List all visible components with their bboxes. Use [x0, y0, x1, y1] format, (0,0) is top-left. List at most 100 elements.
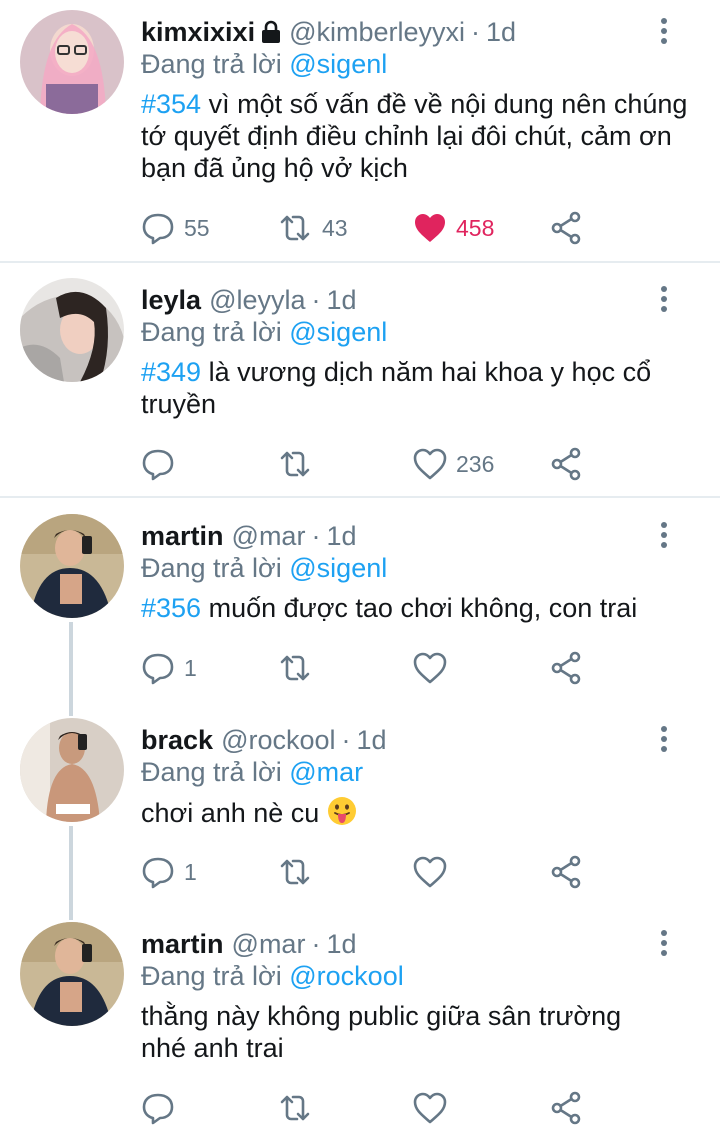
separator-dot: · [341, 724, 351, 755]
reply-icon [140, 1090, 176, 1126]
tweet-5[interactable]: martin @mar · 1d Đang trả lời @rockool t… [0, 912, 720, 1133]
separator-dot: · [311, 284, 321, 315]
tweet-header: martin @mar · 1d [141, 926, 357, 962]
display-name[interactable]: leyla [141, 285, 201, 316]
like-button[interactable] [412, 852, 456, 892]
lock-icon [261, 20, 281, 44]
retweet-button[interactable] [276, 1088, 322, 1128]
display-name[interactable]: kimxixixi [141, 17, 255, 48]
separator-dot: · [311, 928, 321, 959]
like-count: 458 [456, 214, 495, 241]
tweet-text: #356 muốn được tao chơi không, con trai [141, 592, 701, 624]
retweet-icon [276, 1090, 314, 1126]
user-handle[interactable]: @mar [232, 929, 306, 960]
tweet-header: leyla @leyyla · 1d [141, 282, 357, 318]
retweet-count: 43 [322, 214, 348, 241]
hashtag[interactable]: #349 [141, 357, 201, 387]
like-button[interactable]: 458 [412, 208, 494, 248]
like-button[interactable] [412, 1088, 456, 1128]
divider [0, 261, 720, 263]
heart-icon [412, 650, 448, 686]
retweet-button[interactable] [276, 444, 322, 484]
separator-dot: · [471, 16, 481, 47]
user-handle[interactable]: @mar [232, 521, 306, 552]
more-vertical-icon[interactable] [652, 724, 676, 754]
user-handle[interactable]: @kimberleyyxi [289, 17, 465, 48]
reply-button[interactable]: 55 [140, 208, 210, 248]
more-vertical-icon[interactable] [652, 928, 676, 958]
avatar[interactable] [20, 278, 124, 382]
tweet-1[interactable]: kimxixixi @kimberleyyxi · 1d Đang trả lờ… [0, 0, 720, 262]
share-icon [548, 446, 584, 482]
share-button[interactable] [548, 444, 584, 484]
heart-icon [412, 854, 448, 890]
share-button[interactable] [548, 852, 584, 892]
replying-mention[interactable]: @sigenl [289, 317, 387, 347]
more-vertical-icon[interactable] [652, 284, 676, 314]
hashtag[interactable]: #356 [141, 593, 201, 623]
more-vertical-icon[interactable] [652, 520, 676, 550]
tweet-actions: 1 [140, 648, 600, 688]
like-button[interactable] [412, 648, 456, 688]
tweet-header: kimxixixi @kimberleyyxi · 1d [141, 14, 516, 50]
timestamp[interactable]: 1d [326, 929, 356, 960]
tweet-3[interactable]: martin @mar · 1d Đang trả lời @sigenl #3… [0, 504, 720, 708]
tweet-body: thằng này không public giữa sân trường n… [141, 1001, 622, 1063]
replying-mention[interactable]: @sigenl [289, 49, 387, 79]
user-handle[interactable]: @rockool [221, 725, 335, 756]
hashtag[interactable]: #354 [141, 89, 201, 119]
tweet-body: vì một số vấn đề về nội dung nên chúng t… [141, 89, 688, 183]
replying-mention[interactable]: @sigenl [289, 553, 387, 583]
share-button[interactable] [548, 208, 584, 248]
avatar[interactable] [20, 10, 124, 114]
timestamp[interactable]: 1d [327, 285, 357, 316]
reply-count: 55 [184, 214, 210, 241]
tweet-header: martin @mar · 1d [141, 518, 357, 554]
heart-icon [412, 1090, 448, 1126]
replying-to: Đang trả lời @rockool [141, 961, 404, 992]
reply-button[interactable]: 1 [140, 648, 197, 688]
share-icon [548, 854, 584, 890]
retweet-button[interactable] [276, 852, 322, 892]
replying-to: Đang trả lời @mar [141, 757, 363, 788]
avatar[interactable] [20, 514, 124, 618]
reply-icon [140, 446, 176, 482]
tweet-actions: 55 43 458 [140, 208, 600, 248]
like-button[interactable]: 236 [412, 444, 494, 484]
tweet-actions: 236 [140, 444, 600, 484]
tweet-2[interactable]: leyla @leyyla · 1d Đang trả lời @sigenl … [0, 268, 720, 496]
timestamp[interactable]: 1d [357, 725, 387, 756]
retweet-button[interactable]: 43 [276, 208, 348, 248]
tweet-header: brack @rockool · 1d [141, 722, 387, 758]
tweet-body: muốn được tao chơi không, con trai [201, 593, 638, 623]
avatar[interactable] [20, 718, 124, 822]
replying-mention[interactable]: @rockool [289, 961, 403, 991]
reply-button[interactable] [140, 1088, 184, 1128]
tweet-4[interactable]: brack @rockool · 1d Đang trả lời @mar ch… [0, 708, 720, 912]
share-icon [548, 1090, 584, 1126]
share-button[interactable] [548, 648, 584, 688]
like-count: 236 [456, 450, 495, 477]
timestamp[interactable]: 1d [486, 17, 516, 48]
more-vertical-icon[interactable] [652, 16, 676, 46]
timestamp[interactable]: 1d [326, 521, 356, 552]
user-handle[interactable]: @leyyla [209, 285, 305, 316]
replying-prefix: Đang trả lời [141, 49, 290, 79]
avatar[interactable] [20, 922, 124, 1026]
display-name[interactable]: martin [141, 929, 224, 960]
retweet-button[interactable] [276, 648, 322, 688]
heart-icon [412, 210, 448, 246]
display-name[interactable]: brack [141, 725, 213, 756]
reply-button[interactable] [140, 444, 184, 484]
reply-button[interactable]: 1 [140, 852, 197, 892]
tweet-actions: 1 [140, 852, 600, 892]
tweet-body: là vương dịch năm hai khoa y học cổ truy… [141, 357, 652, 419]
replying-prefix: Đang trả lời [141, 757, 290, 787]
reply-count: 1 [184, 654, 197, 681]
replying-mention[interactable]: @mar [289, 757, 363, 787]
share-button[interactable] [548, 1088, 584, 1128]
divider [0, 496, 720, 498]
reply-icon [140, 650, 176, 686]
display-name[interactable]: martin [141, 521, 224, 552]
replying-prefix: Đang trả lời [141, 317, 290, 347]
